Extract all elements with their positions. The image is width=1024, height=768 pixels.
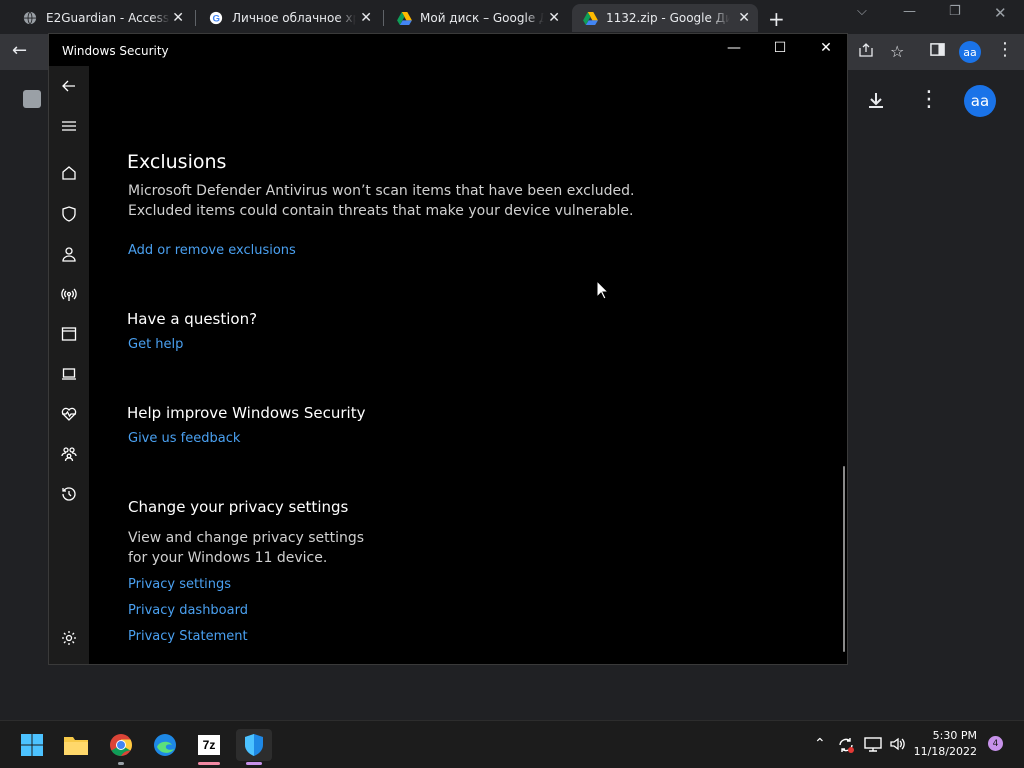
sync-icon[interactable] [837, 736, 855, 758]
minimize-button[interactable]: — [724, 40, 744, 56]
tab-separator [195, 10, 196, 26]
edge-icon[interactable] [149, 729, 181, 761]
share-icon[interactable] [858, 42, 874, 62]
download-icon[interactable] [866, 90, 886, 115]
chrome-icon[interactable] [105, 729, 137, 765]
device-health-icon[interactable] [59, 404, 79, 424]
clock-time: 5:30 PM [932, 729, 977, 742]
title-bar: Windows Security — ☐ ✕ [49, 34, 847, 66]
document-icon [23, 90, 41, 108]
file-explorer-icon[interactable] [60, 729, 92, 761]
active-indicator [246, 762, 262, 765]
browser-close-icon[interactable]: ✕ [994, 4, 1007, 22]
running-indicator [118, 762, 124, 765]
chevron-up-icon[interactable]: ⌃ [814, 736, 826, 752]
close-tab-icon[interactable]: ✕ [172, 10, 184, 26]
tab-title: Личное облачное хра [232, 11, 356, 25]
device-security-icon[interactable] [59, 364, 79, 384]
section-title-exclusions: Exclusions [127, 151, 227, 173]
more-vert-icon[interactable]: ⋮ [918, 87, 940, 112]
close-tab-icon[interactable]: ✕ [360, 10, 372, 26]
drive-icon [582, 10, 598, 26]
exclusions-description-line1: Microsoft Defender Antivirus won’t scan … [128, 183, 635, 199]
running-indicator [198, 762, 220, 765]
window-title: Windows Security [62, 44, 169, 58]
windows-security-window: Windows Security — ☐ ✕ Exclusions Micros… [48, 33, 848, 665]
account-icon[interactable] [59, 244, 79, 264]
privacy-dashboard-link[interactable]: Privacy dashboard [128, 603, 248, 618]
tab-title: Мой диск – Google Ди [420, 11, 544, 25]
clock-date: 11/18/2022 [913, 745, 977, 758]
side-panel-icon[interactable] [930, 42, 945, 61]
back-arrow-icon[interactable]: ← [12, 40, 27, 61]
family-icon[interactable] [59, 444, 79, 464]
system-clock[interactable]: 5:30 PM 11/18/2022 [914, 728, 977, 760]
network-icon[interactable] [59, 284, 79, 304]
privacy-description-line2: for your Windows 11 device. [128, 550, 328, 566]
chevron-down-icon[interactable]: ⌵ [857, 4, 867, 19]
avatar[interactable]: aa [959, 41, 981, 63]
exclusions-description-line2: Excluded items could contain threats tha… [128, 203, 634, 219]
scrollbar[interactable] [843, 466, 845, 652]
history-icon[interactable] [59, 484, 79, 504]
get-help-link[interactable]: Get help [128, 337, 183, 352]
windows-security-icon[interactable] [236, 729, 272, 765]
browser-tab-bar: E2Guardian - Access De ✕ G Личное облачн… [0, 0, 1024, 34]
tab-separator [383, 10, 384, 26]
browser-tab-3[interactable]: Мой диск – Google Ди ✕ [386, 4, 568, 32]
tab-title: E2Guardian - Access De [46, 11, 170, 25]
add-remove-exclusions-link[interactable]: Add or remove exclusions [128, 243, 296, 258]
browser-minimize-icon[interactable]: — [903, 4, 916, 19]
mouse-cursor-icon [596, 280, 610, 300]
close-button[interactable]: ✕ [816, 40, 836, 56]
drive-icon [396, 10, 412, 26]
nav-sidebar [49, 66, 89, 664]
section-title-improve: Help improve Windows Security [127, 404, 366, 422]
browser-tab-2[interactable]: G Личное облачное хра ✕ [198, 4, 380, 32]
browser-tab-4[interactable]: 1132.zip - Google Дис ✕ [572, 4, 758, 32]
tab-title: 1132.zip - Google Дис [606, 11, 730, 25]
menu-icon[interactable] [59, 116, 79, 136]
browser-tab-1[interactable]: E2Guardian - Access De ✕ [12, 4, 192, 32]
more-vert-icon[interactable]: ⋮ [996, 39, 1014, 60]
globe-icon [22, 10, 38, 26]
privacy-settings-link[interactable]: Privacy settings [128, 577, 231, 592]
close-tab-icon[interactable]: ✕ [738, 10, 750, 26]
star-icon[interactable]: ☆ [890, 42, 904, 61]
close-tab-icon[interactable]: ✕ [548, 10, 560, 26]
back-icon[interactable] [59, 76, 79, 96]
google-icon: G [208, 10, 224, 26]
new-tab-button[interactable]: + [768, 7, 785, 31]
give-feedback-link[interactable]: Give us feedback [128, 431, 240, 446]
home-icon[interactable] [59, 163, 79, 183]
7zip-icon[interactable]: 7z [193, 729, 225, 765]
privacy-description-line1: View and change privacy settings [128, 530, 365, 546]
section-title-privacy: Change your privacy settings [128, 498, 349, 516]
notification-badge[interactable]: 4 [988, 736, 1003, 751]
avatar[interactable]: aa [964, 85, 996, 117]
start-icon[interactable] [16, 729, 48, 761]
settings-icon[interactable] [59, 628, 79, 648]
privacy-statement-link[interactable]: Privacy Statement [128, 629, 248, 644]
section-title-question: Have a question? [127, 310, 258, 328]
network-tray-icon[interactable] [864, 736, 882, 756]
browser-restore-icon[interactable]: ❐ [949, 4, 961, 19]
shield-icon[interactable] [59, 204, 79, 224]
main-content: Exclusions Microsoft Defender Antivirus … [127, 66, 847, 664]
app-browser-icon[interactable] [59, 324, 79, 344]
volume-icon[interactable] [889, 736, 907, 756]
svg-text:G: G [213, 14, 220, 25]
7zip-label: 7z [198, 735, 220, 755]
maximize-button[interactable]: ☐ [770, 40, 790, 56]
